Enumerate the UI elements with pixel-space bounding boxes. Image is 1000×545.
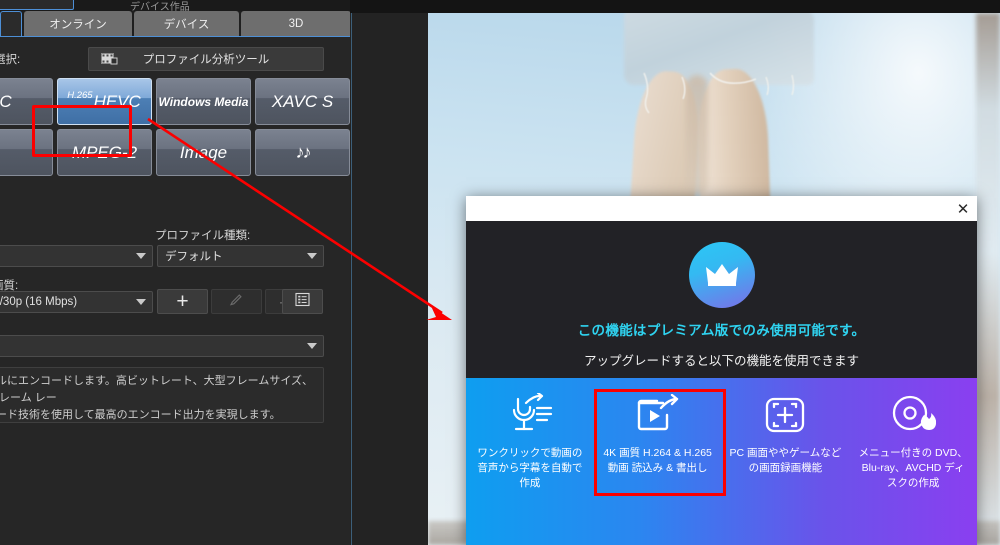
format-xavc-s[interactable]: XAVC S	[255, 78, 350, 125]
format-hevc-sup: H.265	[67, 90, 93, 101]
export-panel-body: 選択: プロファイル分析ツ	[0, 36, 350, 545]
crown-icon	[688, 242, 755, 308]
format-hevc-label: HEVC	[93, 91, 141, 111]
dialog-titlebar: ✕	[466, 196, 977, 221]
film-analysis-icon	[101, 52, 118, 67]
dialog-heading: この機能はプレミアム版でのみ使用可能です。	[577, 323, 866, 338]
format-windows-media-label: Windows Media	[158, 94, 249, 109]
profile-list-button[interactable]	[282, 289, 323, 314]
close-icon[interactable]: ✕	[949, 196, 977, 221]
select-label: 選択:	[0, 54, 21, 66]
feature-screen-record[interactable]: PC 画面ややゲームなど の画面録画機能	[722, 378, 850, 545]
format-description-text: ファイルにエンコードします。高ビットレート、大型フレームサイズ、フル フレーム …	[0, 375, 314, 422]
feature-auto-subtitle-label: ワンクリックで動画の 音声から字幕を自動で 作成	[477, 447, 583, 490]
format-tab-bar: オンライン デバイス 3D	[0, 11, 350, 36]
chevron-down-icon	[301, 253, 323, 259]
export-panel: デバイス作品 オンライン デバイス 3D 選択:	[0, 0, 350, 545]
format-mpeg2-label: MPEG-2	[71, 142, 138, 162]
format-xavc-s-label: XAVC S	[271, 91, 334, 111]
format-avc-partial[interactable]: C	[0, 78, 53, 125]
premium-feature-list: ワンクリックで動画の 音声から字幕を自動で 作成 4K 画質 H.264 & H…	[466, 378, 977, 545]
feature-screen-record-label: PC 画面ややゲームなど の画面録画機能	[729, 447, 842, 475]
dialog-body: この機能はプレミアム版でのみ使用可能です。 アップグレードすると以下の機能を使用…	[466, 221, 977, 393]
format-audio[interactable]: ♪♪	[255, 129, 350, 176]
screen-record-icon	[759, 391, 811, 439]
tab-device-label: デバイス	[163, 18, 210, 31]
chevron-down-icon	[130, 253, 152, 259]
profile-analysis-tool-label: プロファイル分析ツール	[142, 54, 270, 66]
top-toolbar-strip: デバイス作品	[0, 0, 350, 13]
feature-auto-subtitle[interactable]: ワンクリックで動画の 音声から字幕を自動で 作成	[466, 378, 594, 545]
disc-burn-icon	[887, 391, 939, 439]
format-description-box: ファイルにエンコードします。高ビットレート、大型フレームサイズ、フル フレーム …	[0, 367, 324, 423]
list-icon	[295, 292, 310, 312]
format-image[interactable]: Image	[156, 129, 251, 176]
profile-type-dropdown[interactable]: デフォルト	[157, 245, 324, 267]
tab-online-label: オンライン	[49, 18, 107, 31]
premium-upgrade-dialog: ✕ この機能はプレミアム版でのみ使用可能です。 アップグレードすると以下の機能を…	[466, 196, 977, 545]
video-export-icon	[632, 391, 684, 439]
tab-3d[interactable]: 3D	[241, 11, 350, 36]
feature-disc-authoring-label: メニュー付きの DVD、 Blu-ray、AVCHD ディ スクの作成	[858, 447, 968, 490]
profile-type-label: プロファイル種類:	[155, 230, 251, 242]
format-image-label: Image	[179, 142, 228, 162]
profile-left-dropdown[interactable]	[0, 245, 153, 267]
feature-4k-hevc-export[interactable]: 4K 画質 H.264 & H.265 動画 読込み & 書出し	[594, 378, 722, 545]
profile-analysis-tool-button[interactable]: プロファイル分析ツール	[88, 47, 324, 71]
format-mpeg2[interactable]: MPEG-2	[57, 129, 152, 176]
tab-active-partial[interactable]	[0, 11, 22, 36]
plus-icon: +	[176, 290, 189, 313]
tab-3d-label: 3D	[288, 17, 304, 30]
quality-dropdown[interactable]: 0 x 720/30p (16 Mbps)	[0, 291, 153, 313]
tab-online[interactable]: オンライン	[24, 11, 132, 36]
microphone-subtitle-icon	[504, 391, 556, 439]
format-partial-left[interactable]	[0, 129, 53, 176]
chevron-down-icon	[130, 299, 152, 305]
add-profile-button[interactable]: +	[157, 289, 208, 314]
app-root: デバイス作品 オンライン デバイス 3D 選択:	[0, 0, 1000, 545]
background-side-strip	[976, 13, 1000, 545]
format-button-grid: C H.265 HEVC Windows Media XAVC S MPEG-2	[0, 78, 350, 176]
format-hevc[interactable]: H.265 HEVC	[57, 78, 152, 125]
chevron-down-icon	[301, 343, 323, 349]
format-windows-media[interactable]: Windows Media	[156, 78, 251, 125]
music-note-icon: ♪♪	[295, 142, 312, 162]
profile-type-dropdown-value: デフォルト	[165, 251, 223, 263]
feature-disc-authoring[interactable]: メニュー付きの DVD、 Blu-ray、AVCHD ディ スクの作成	[849, 378, 977, 545]
format-avc-partial-label: C	[0, 91, 12, 111]
preview-top-bar	[350, 0, 1000, 13]
toolbar-partial-button[interactable]	[0, 0, 74, 10]
subject-denim-fringe	[643, 72, 795, 114]
feature-4k-hevc-export-label: 4K 画質 H.264 & H.265 動画 読込み & 書出し	[603, 447, 712, 475]
tab-device[interactable]: デバイス	[134, 11, 239, 36]
quality-dropdown-value: 0 x 720/30p (16 Mbps)	[0, 296, 78, 308]
select-row: 選択: プロファイル分析ツ	[0, 47, 340, 71]
preview-gutter	[350, 0, 428, 545]
dialog-subheading: アップグレードすると以下の機能を使用できます	[583, 354, 859, 368]
pencil-icon	[229, 292, 244, 312]
panel-divider	[351, 8, 352, 545]
edit-profile-button	[211, 289, 262, 314]
output-target-dropdown[interactable]	[0, 335, 324, 357]
